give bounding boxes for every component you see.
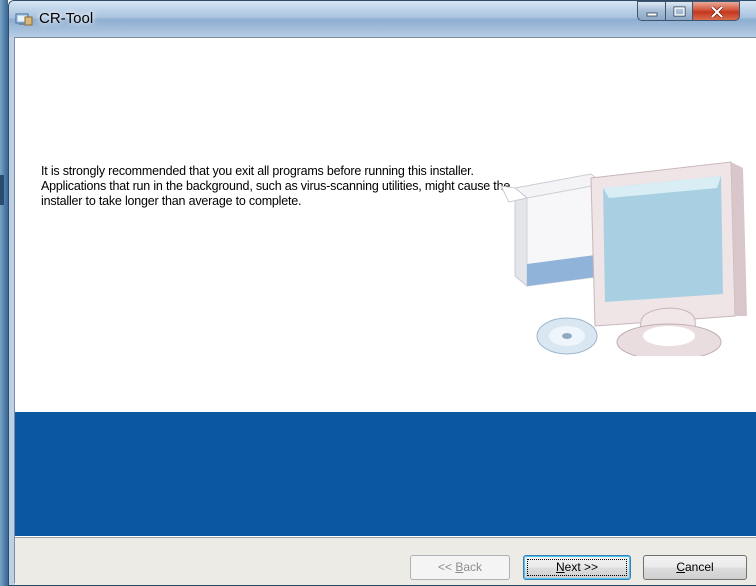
- back-button[interactable]: << Back: [410, 555, 510, 580]
- cancel-mnemonic: C: [676, 560, 685, 574]
- title-bar[interactable]: CR-Tool: [9, 1, 756, 37]
- desktop-edge-notch: [0, 175, 4, 205]
- software-box-icon: [500, 173, 605, 288]
- cancel-label: ancel: [684, 560, 714, 574]
- separator: [15, 537, 756, 538]
- installer-window: CR-Tool It is strongly recommended that …: [8, 0, 756, 586]
- button-bar: << Back Next >> Cancel: [15, 536, 756, 585]
- computer-illustration: [500, 161, 747, 356]
- installer-client-area: It is strongly recommended that you exit…: [14, 37, 756, 585]
- monitor-icon: [590, 161, 747, 356]
- focus-rectangle: [527, 559, 627, 576]
- maximize-button[interactable]: [665, 1, 693, 21]
- next-button[interactable]: Next >>: [523, 555, 631, 580]
- cancel-button[interactable]: Cancel: [643, 555, 747, 580]
- close-button[interactable]: [692, 1, 740, 21]
- cd-disc-icon: [536, 317, 598, 355]
- recommendation-message: It is strongly recommended that you exit…: [41, 164, 511, 208]
- installer-app-icon: [15, 11, 33, 27]
- blue-banner: [15, 412, 756, 536]
- back-label: ack: [463, 560, 483, 574]
- desktop-background: [0, 0, 8, 586]
- back-prefix: <<: [437, 560, 456, 574]
- window-title: CR-Tool: [39, 10, 94, 27]
- minimize-button[interactable]: [637, 1, 666, 21]
